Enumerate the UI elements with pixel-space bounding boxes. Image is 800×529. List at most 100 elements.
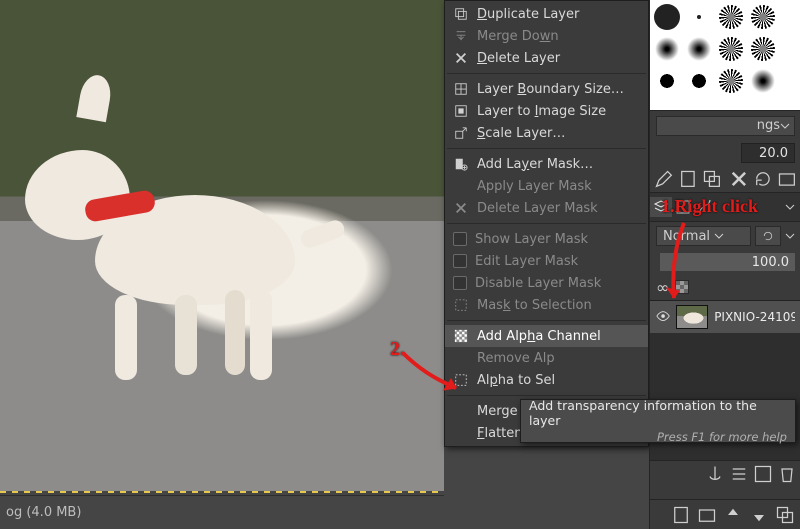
scale-icon <box>453 125 469 141</box>
layer-thumbnail[interactable] <box>676 305 708 329</box>
dog-image-content <box>25 95 345 375</box>
lower-layer-button[interactable] <box>749 506 769 524</box>
menu-label: Duplicate Layer <box>477 7 579 22</box>
brush-preset[interactable] <box>748 66 778 96</box>
opacity-value: 100.0 <box>752 255 789 270</box>
brush-preset[interactable] <box>748 34 778 64</box>
brush-spacing-value[interactable]: 20.0 <box>741 143 795 163</box>
menu-show-layer-mask: Show Layer Mask <box>445 228 648 250</box>
brush-preset[interactable] <box>748 2 778 32</box>
alpha-selection-icon <box>453 372 469 388</box>
menu-disable-layer-mask: Disable Layer Mask <box>445 272 648 294</box>
link-icon[interactable]: ∞ <box>656 278 669 297</box>
boundary-icon <box>453 81 469 97</box>
menu-separator <box>447 395 646 396</box>
brush-settings-row: ngs <box>650 110 800 140</box>
delete-brush-button[interactable] <box>729 169 749 189</box>
new-layer-button[interactable] <box>671 506 691 524</box>
menu-separator <box>447 320 646 321</box>
right-dock: ngs 20.0 Normal 100.0 ∞ <box>649 0 800 529</box>
menu-label: Mask to Selection <box>477 298 592 313</box>
layer-switch-button[interactable] <box>755 226 781 246</box>
duplicate-layer-button[interactable] <box>775 506 795 524</box>
status-text: og (4.0 MB) <box>6 505 81 520</box>
refresh-brush-button[interactable] <box>753 169 773 189</box>
brush-preset[interactable] <box>716 2 746 32</box>
duplicate-brush-button[interactable] <box>702 169 722 189</box>
mask-layer-button[interactable] <box>753 465 773 483</box>
blank-icon <box>453 425 469 441</box>
layer-group-button[interactable] <box>697 506 717 524</box>
lock-alpha-checkbox[interactable] <box>675 280 689 294</box>
edit-brush-button[interactable] <box>654 169 674 189</box>
tab-channels[interactable] <box>672 197 694 217</box>
layer-context-menu[interactable]: Duplicate Layer Merge Down Delete Layer … <box>444 0 649 447</box>
layer-row[interactable]: PIXNIO-241093 <box>650 301 800 333</box>
brush-preset[interactable] <box>716 34 746 64</box>
menu-add-layer-mask[interactable]: Add Layer Mask… <box>445 153 648 175</box>
to-image-size-icon <box>453 103 469 119</box>
tooltip-hint: Press F1 for more help <box>529 430 787 444</box>
mask-to-selection-icon <box>453 297 469 313</box>
brush-preset[interactable] <box>684 2 714 32</box>
menu-add-alpha-channel[interactable]: Add Alpha Channel <box>445 325 648 347</box>
chevron-down-icon <box>714 231 724 241</box>
menu-label: Layer to Image Size <box>477 104 606 119</box>
layer-buttons-bar <box>650 460 800 486</box>
menu-duplicate-layer[interactable]: Duplicate Layer <box>445 3 648 25</box>
alpha-icon <box>453 328 469 344</box>
new-brush-button[interactable] <box>678 169 698 189</box>
chevron-down-icon[interactable] <box>785 231 795 241</box>
raise-layer-button[interactable] <box>723 506 743 524</box>
menu-layer-to-image-size[interactable]: Layer to Image Size <box>445 100 648 122</box>
menu-delete-layer[interactable]: Delete Layer <box>445 47 648 69</box>
image-canvas[interactable] <box>0 0 444 491</box>
menu-label: Alpha to Sel <box>477 373 555 388</box>
tab-configure-button[interactable] <box>779 197 800 217</box>
brush-action-row <box>650 166 800 192</box>
combo-label: ngs <box>757 118 780 133</box>
blank-icon <box>453 178 469 194</box>
brush-settings-combo[interactable]: ngs <box>656 116 795 136</box>
selection-marching-ants <box>0 491 444 493</box>
anchor-layer-button[interactable] <box>705 465 725 483</box>
opacity-slider[interactable]: 100.0 <box>660 253 795 271</box>
delete-icon <box>453 50 469 66</box>
brush-preset[interactable] <box>652 34 682 64</box>
menu-label: Layer Boundary Size… <box>477 82 624 97</box>
brush-preset[interactable] <box>652 66 682 96</box>
checkbox-icon <box>453 232 467 246</box>
menu-scale-layer[interactable]: Scale Layer… <box>445 122 648 144</box>
visibility-toggle[interactable] <box>656 309 670 325</box>
brush-spacing-row: 20.0 <box>650 140 800 166</box>
brush-preset[interactable] <box>684 66 714 96</box>
dock-tabs <box>650 192 800 222</box>
merge-layer-button[interactable] <box>729 465 749 483</box>
tab-layers[interactable] <box>650 197 672 217</box>
layer-name-label[interactable]: PIXNIO-241093 <box>714 310 795 324</box>
checkbox-icon <box>453 276 467 290</box>
menu-apply-layer-mask: Apply Layer Mask <box>445 175 648 197</box>
brush-preset-grid[interactable] <box>650 0 800 110</box>
merge-down-icon <box>453 28 469 44</box>
menu-remove-alpha-channel: Remove Alp <box>445 347 648 369</box>
brush-preset[interactable] <box>716 66 746 96</box>
chevron-down-icon <box>780 121 790 131</box>
brush-preset[interactable] <box>684 34 714 64</box>
menu-layer-boundary-size[interactable]: Layer Boundary Size… <box>445 78 648 100</box>
tab-paths[interactable] <box>694 197 716 217</box>
layer-mode-combo[interactable]: Normal <box>656 226 751 246</box>
menu-separator <box>447 73 646 74</box>
brush-preset[interactable] <box>652 2 682 32</box>
bottom-dock-bar <box>650 499 800 529</box>
menu-label: Apply Layer Mask <box>477 179 592 194</box>
menu-separator <box>447 148 646 149</box>
blank-icon <box>453 403 469 419</box>
tooltip: Add transparency information to the laye… <box>520 399 796 443</box>
menu-label: Remove Alp <box>477 351 555 366</box>
open-brush-button[interactable] <box>777 169 797 189</box>
menu-edit-layer-mask: Edit Layer Mask <box>445 250 648 272</box>
delete-layer-button[interactable] <box>777 465 797 483</box>
menu-label: Merge Down <box>477 29 559 44</box>
menu-alpha-to-selection[interactable]: Alpha to Sel <box>445 369 648 391</box>
